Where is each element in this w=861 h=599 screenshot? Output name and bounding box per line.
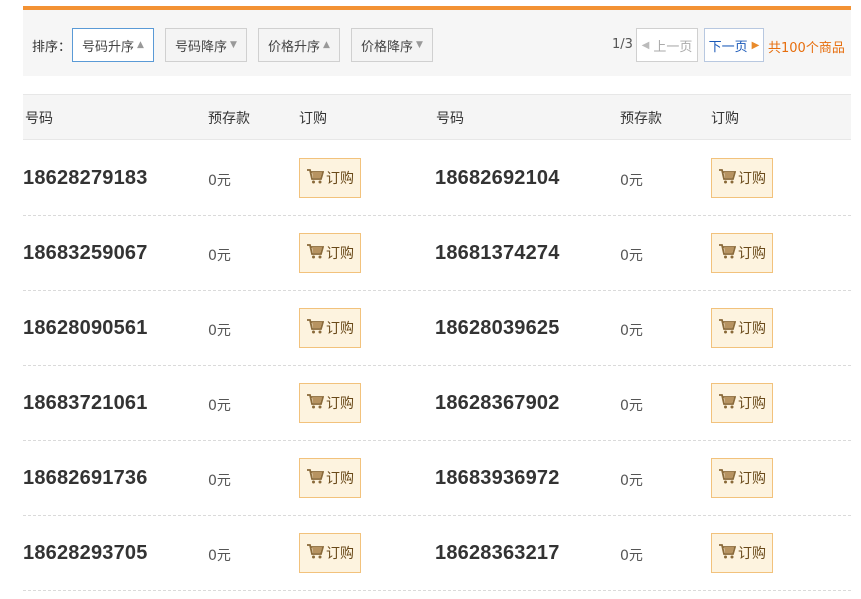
deposit-amount: 0元	[620, 173, 643, 189]
order-button-label: 订购	[326, 546, 354, 562]
arrow-down-icon: ▼	[416, 40, 423, 50]
cart-icon	[306, 167, 324, 189]
arrow-down-icon: ▼	[230, 40, 237, 50]
deposit-amount: 0元	[620, 248, 643, 264]
phone-number: 18682691736	[23, 467, 148, 489]
arrow-up-icon: ▲	[323, 40, 330, 50]
table-row: 18682691736 0元 订购 18683936972 0元 订购	[23, 441, 851, 516]
order-button[interactable]: 订购	[299, 158, 361, 198]
order-button-label: 订购	[738, 321, 766, 337]
deposit-amount: 0元	[620, 548, 643, 564]
phone-number: 18628039625	[435, 317, 560, 339]
order-button-label: 订购	[738, 546, 766, 562]
phone-number: 18683936972	[435, 467, 560, 489]
phone-number: 18681374274	[435, 242, 560, 264]
next-page-button[interactable]: 下一页 ▶	[704, 28, 764, 62]
phone-number: 18683721061	[23, 392, 148, 414]
order-button[interactable]: 订购	[299, 233, 361, 273]
sort-button-label: 号码降序	[175, 39, 228, 55]
order-button-label: 订购	[738, 246, 766, 262]
cart-icon	[306, 467, 324, 489]
sort-button-label: 价格升序	[268, 39, 321, 55]
deposit-amount: 0元	[208, 548, 231, 564]
sort-button-label: 号码升序	[82, 39, 135, 55]
cart-icon	[306, 317, 324, 339]
toolbar: 排序： 号码升序 ▲ 号码降序 ▼ 价格升序 ▲ 价格降序 ▼ 1/3 ◀ 上一…	[23, 6, 851, 76]
sort-price-asc-button[interactable]: 价格升序 ▲	[258, 28, 340, 62]
order-button[interactable]: 订购	[299, 308, 361, 348]
deposit-amount: 0元	[620, 398, 643, 414]
deposit-amount: 0元	[620, 323, 643, 339]
phone-number: 18683259067	[23, 242, 148, 264]
order-button[interactable]: 订购	[711, 533, 773, 573]
order-button[interactable]: 订购	[299, 458, 361, 498]
column-header-order: 订购	[299, 111, 327, 127]
chevron-left-icon: ◀	[641, 39, 650, 51]
cart-icon	[718, 167, 736, 189]
column-header-number: 号码	[25, 111, 53, 127]
table-row: 18628293705 0元 订购 18628363217 0元 订购	[23, 516, 851, 591]
cart-icon	[718, 242, 736, 264]
next-page-label: 下一页	[708, 39, 748, 55]
cart-icon	[718, 392, 736, 414]
cart-icon	[718, 317, 736, 339]
table-row: 18628090561 0元 订购 18628039625 0元 订购	[23, 291, 851, 366]
phone-number: 18628090561	[23, 317, 148, 339]
order-button[interactable]: 订购	[299, 533, 361, 573]
total-count: 共100个商品	[768, 41, 845, 56]
table-row: 18683259067 0元 订购 18681374274 0元 订购	[23, 216, 851, 291]
column-header-deposit: 预存款	[208, 111, 250, 127]
order-button[interactable]: 订购	[711, 308, 773, 348]
page-indicator: 1/3	[612, 37, 633, 52]
order-button-label: 订购	[738, 471, 766, 487]
order-button-label: 订购	[326, 471, 354, 487]
deposit-amount: 0元	[208, 473, 231, 489]
table-row: 18628279183 0元 订购 18682692104 0元 订购	[23, 141, 851, 216]
prev-page-button[interactable]: ◀ 上一页	[636, 28, 698, 62]
order-button-label: 订购	[326, 396, 354, 412]
table-header: 号码 预存款 订购 号码 预存款 订购	[23, 94, 851, 140]
order-button-label: 订购	[326, 246, 354, 262]
cart-icon	[718, 542, 736, 564]
prev-page-label: 上一页	[653, 39, 693, 55]
sort-number-desc-button[interactable]: 号码降序 ▼	[165, 28, 247, 62]
order-button[interactable]: 订购	[711, 458, 773, 498]
phone-number: 18682692104	[435, 167, 560, 189]
cart-icon	[306, 242, 324, 264]
cart-icon	[718, 467, 736, 489]
order-button-label: 订购	[326, 171, 354, 187]
column-header-deposit: 预存款	[620, 111, 662, 127]
deposit-amount: 0元	[620, 473, 643, 489]
sort-number-asc-button[interactable]: 号码升序 ▲	[72, 28, 154, 62]
column-header-order: 订购	[711, 111, 739, 127]
phone-number: 18628279183	[23, 167, 148, 189]
phone-number: 18628293705	[23, 542, 148, 564]
cart-icon	[306, 542, 324, 564]
deposit-amount: 0元	[208, 173, 231, 189]
order-button[interactable]: 订购	[299, 383, 361, 423]
cart-icon	[306, 392, 324, 414]
order-button-label: 订购	[738, 396, 766, 412]
deposit-amount: 0元	[208, 398, 231, 414]
sort-label: 排序：	[32, 40, 72, 55]
phone-number: 18628367902	[435, 392, 560, 414]
order-button-label: 订购	[326, 321, 354, 337]
order-button[interactable]: 订购	[711, 158, 773, 198]
order-button[interactable]: 订购	[711, 233, 773, 273]
sort-price-desc-button[interactable]: 价格降序 ▼	[351, 28, 433, 62]
column-header-number: 号码	[436, 111, 464, 127]
order-button-label: 订购	[738, 171, 766, 187]
sort-button-label: 价格降序	[361, 39, 414, 55]
deposit-amount: 0元	[208, 248, 231, 264]
deposit-amount: 0元	[208, 323, 231, 339]
table-row: 18683721061 0元 订购 18628367902 0元 订购	[23, 366, 851, 441]
order-button[interactable]: 订购	[711, 383, 773, 423]
phone-number: 18628363217	[435, 542, 560, 564]
arrow-up-icon: ▲	[137, 40, 144, 50]
chevron-right-icon: ▶	[751, 39, 760, 51]
